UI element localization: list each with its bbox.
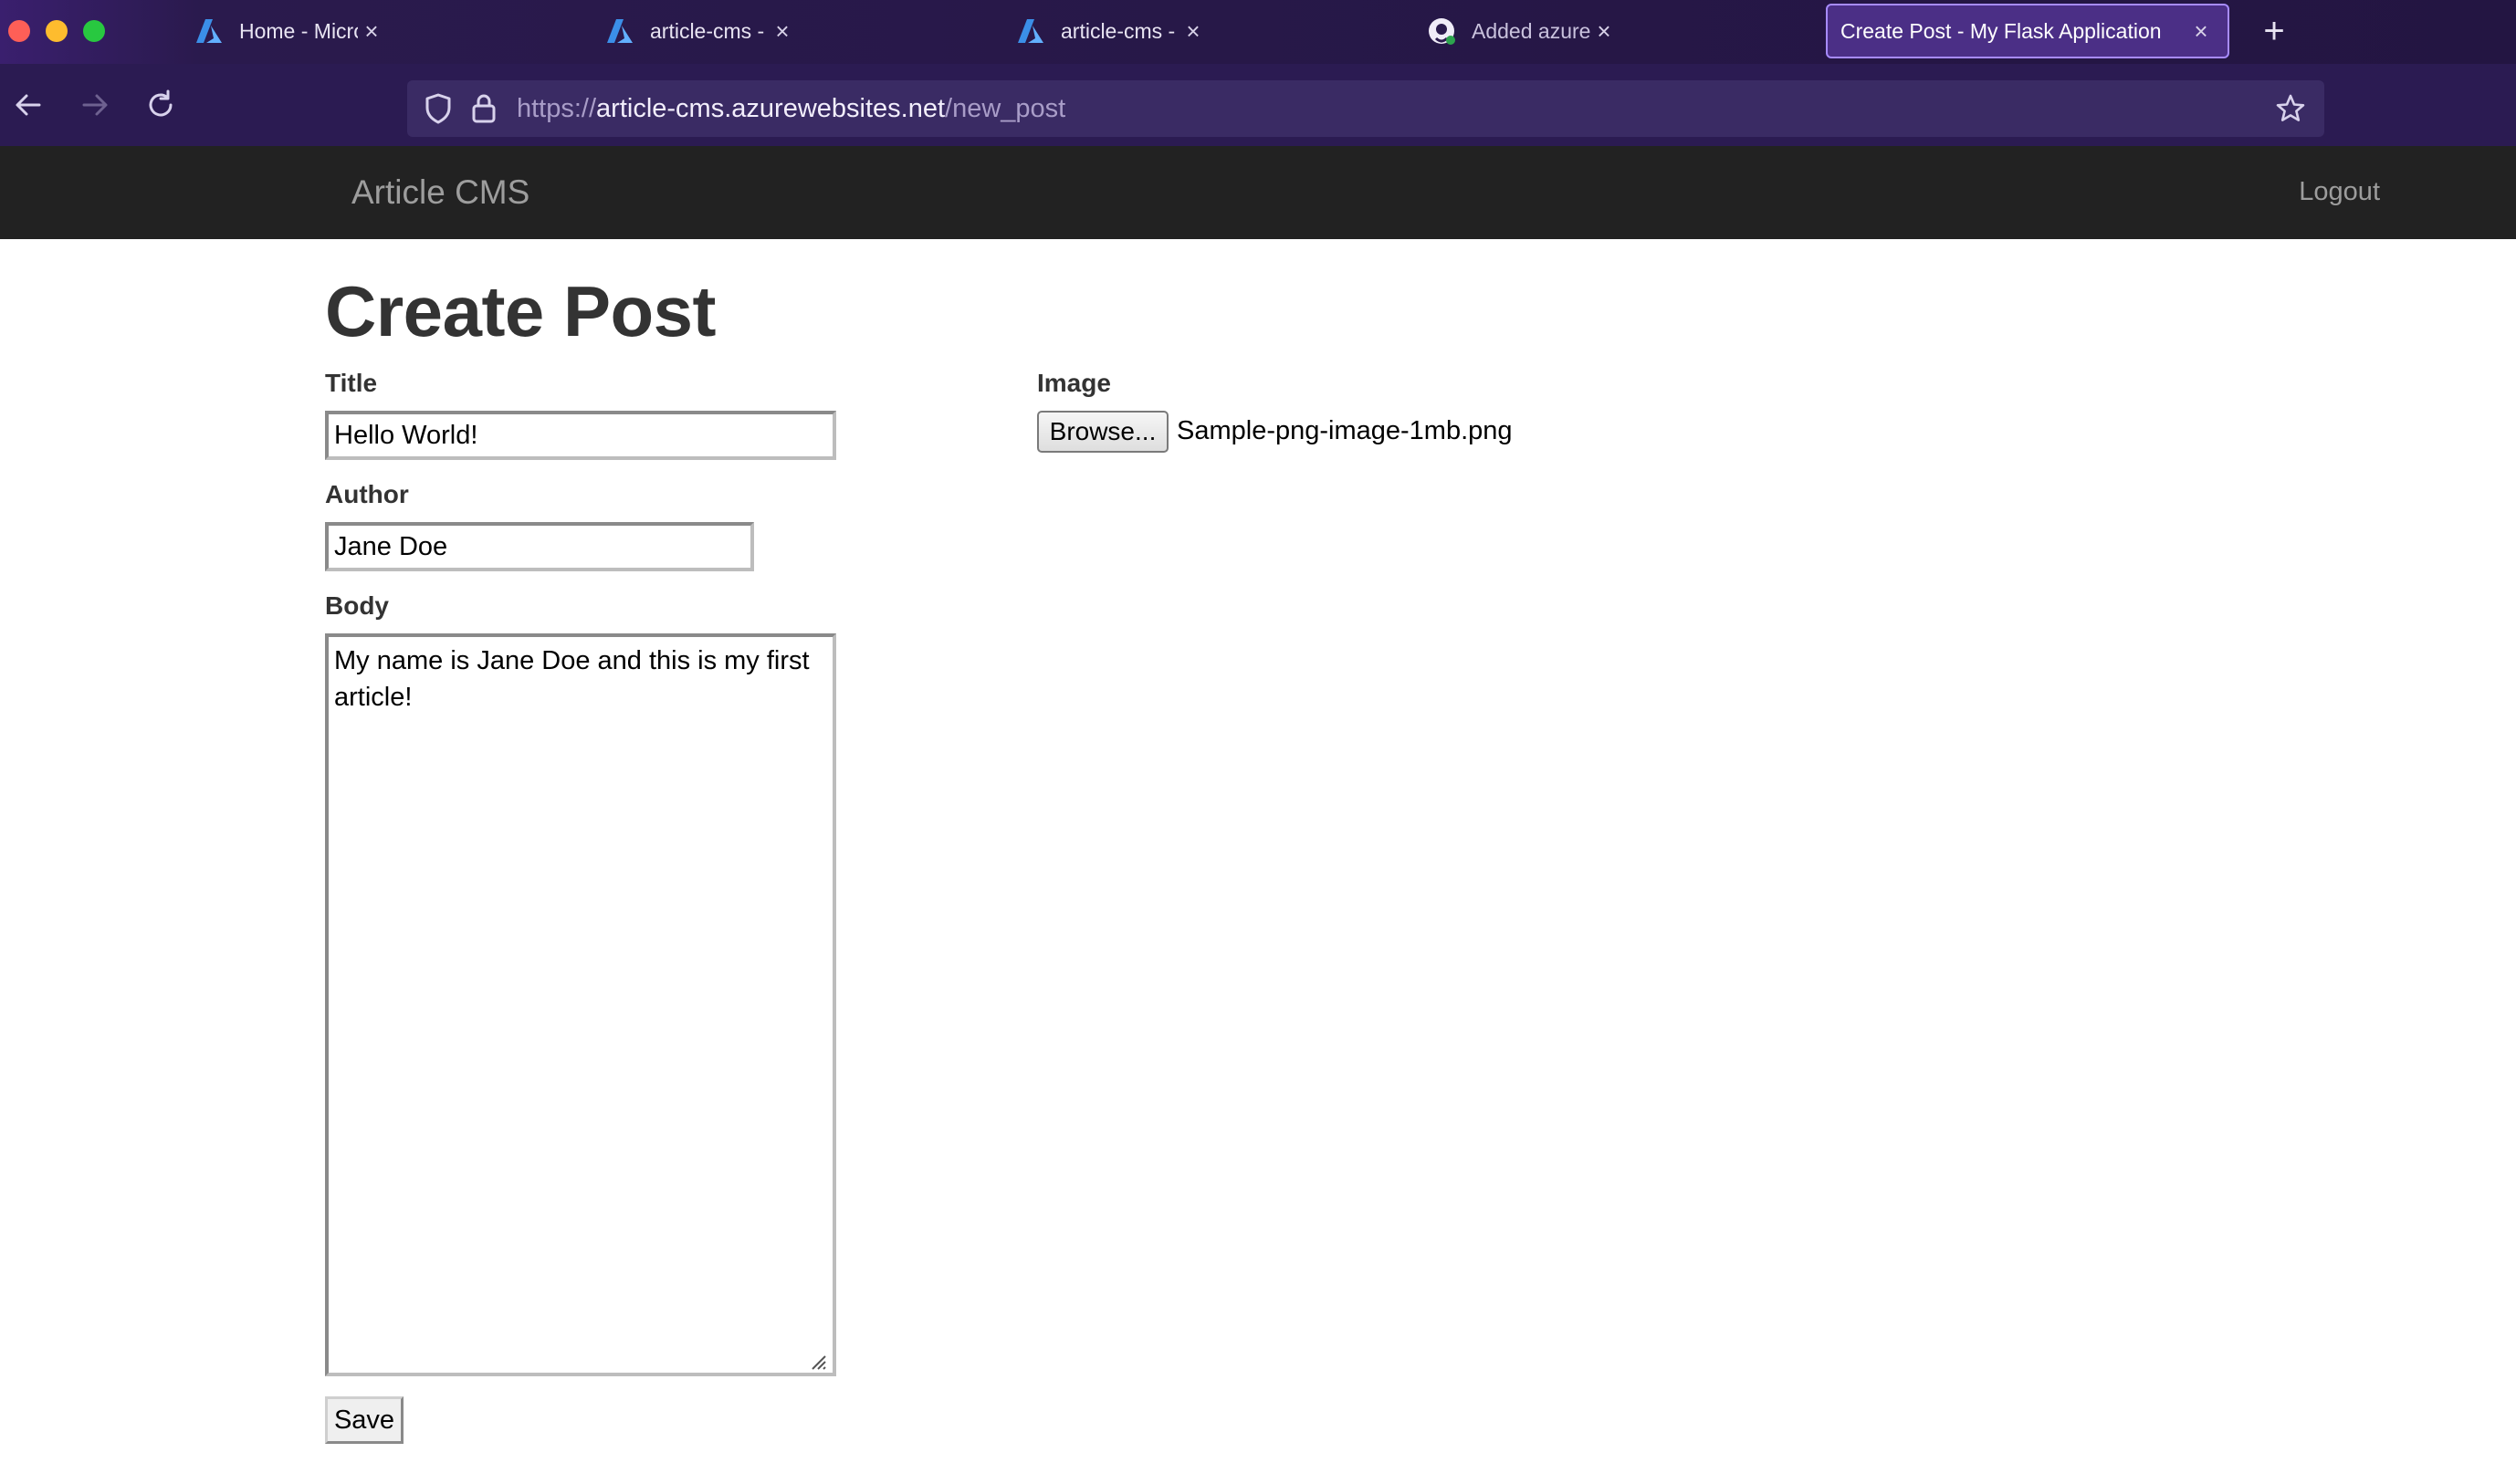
- image-label: Image: [1037, 369, 1111, 397]
- tab-create-post[interactable]: Create Post - My Flask Application ×: [1826, 4, 2229, 58]
- body-label: Body: [325, 591, 389, 620]
- tab-close-icon[interactable]: ×: [2187, 17, 2215, 46]
- new-tab-button[interactable]: +: [2251, 9, 2297, 55]
- author-label: Author: [325, 480, 409, 508]
- url-path: /new_post: [945, 93, 1066, 123]
- azure-icon: [194, 16, 225, 47]
- address-bar[interactable]: https://article-cms.azurewebsites.net/ne…: [407, 80, 2324, 137]
- lock-icon[interactable]: [466, 90, 502, 127]
- url-host: article-cms.azurewebsites.net: [596, 93, 946, 123]
- github-icon: [1426, 16, 1457, 47]
- url-scheme: https://: [517, 93, 597, 123]
- shield-icon[interactable]: [420, 90, 456, 127]
- tab-close-icon[interactable]: ×: [1590, 17, 1618, 46]
- title-input[interactable]: [325, 411, 836, 460]
- selected-file-name: Sample-png-image-1mb.png: [1177, 416, 1513, 445]
- title-label: Title: [325, 369, 378, 397]
- tab-label: Home - Microsoft Azure: [239, 18, 358, 43]
- azure-icon: [604, 16, 635, 47]
- tab-article-cms-azure-1[interactable]: article-cms - Microsoft Azure ×: [411, 4, 809, 58]
- resize-grip-icon[interactable]: [805, 1349, 827, 1371]
- page-title: Create Post: [325, 271, 717, 351]
- tab-close-icon[interactable]: ×: [358, 17, 385, 46]
- tab-article-cms-azure-2[interactable]: article-cms - Microsoft Azure ×: [822, 4, 1220, 58]
- reload-icon[interactable]: [140, 84, 182, 126]
- back-arrow-icon[interactable]: [7, 84, 49, 126]
- logout-link[interactable]: Logout: [2299, 177, 2380, 207]
- site-navbar: Article CMS Logout: [0, 146, 2516, 239]
- save-button[interactable]: Save: [325, 1396, 404, 1444]
- body-textarea[interactable]: My name is Jane Doe and this is my first…: [325, 633, 836, 1376]
- azure-icon: [1015, 16, 1046, 47]
- tab-close-icon[interactable]: ×: [1179, 17, 1207, 46]
- author-input[interactable]: [325, 522, 754, 571]
- browse-button[interactable]: Browse...: [1037, 411, 1169, 453]
- tab-label: article-cms - Microsoft Azure: [1061, 18, 1179, 43]
- tab-label: article-cms - Microsoft Azure: [650, 18, 769, 43]
- url-text[interactable]: https://article-cms.azurewebsites.net/ne…: [517, 94, 1065, 124]
- bookmark-star-icon[interactable]: [2271, 89, 2310, 128]
- tab-github-commit[interactable]: Added azure AD keys into confi ×: [1232, 4, 1630, 58]
- tab-label: Added azure AD keys into confi: [1472, 18, 1590, 43]
- tab-label: Create Post - My Flask Application: [1840, 18, 2162, 43]
- forward-arrow-icon[interactable]: [74, 84, 116, 126]
- browser-tab-bar: Home - Microsoft Azure × article-cms - M…: [0, 0, 2516, 64]
- brand-link[interactable]: Article CMS: [351, 173, 529, 212]
- tab-home-azure[interactable]: Home - Microsoft Azure ×: [0, 4, 398, 58]
- tab-close-icon[interactable]: ×: [769, 17, 796, 46]
